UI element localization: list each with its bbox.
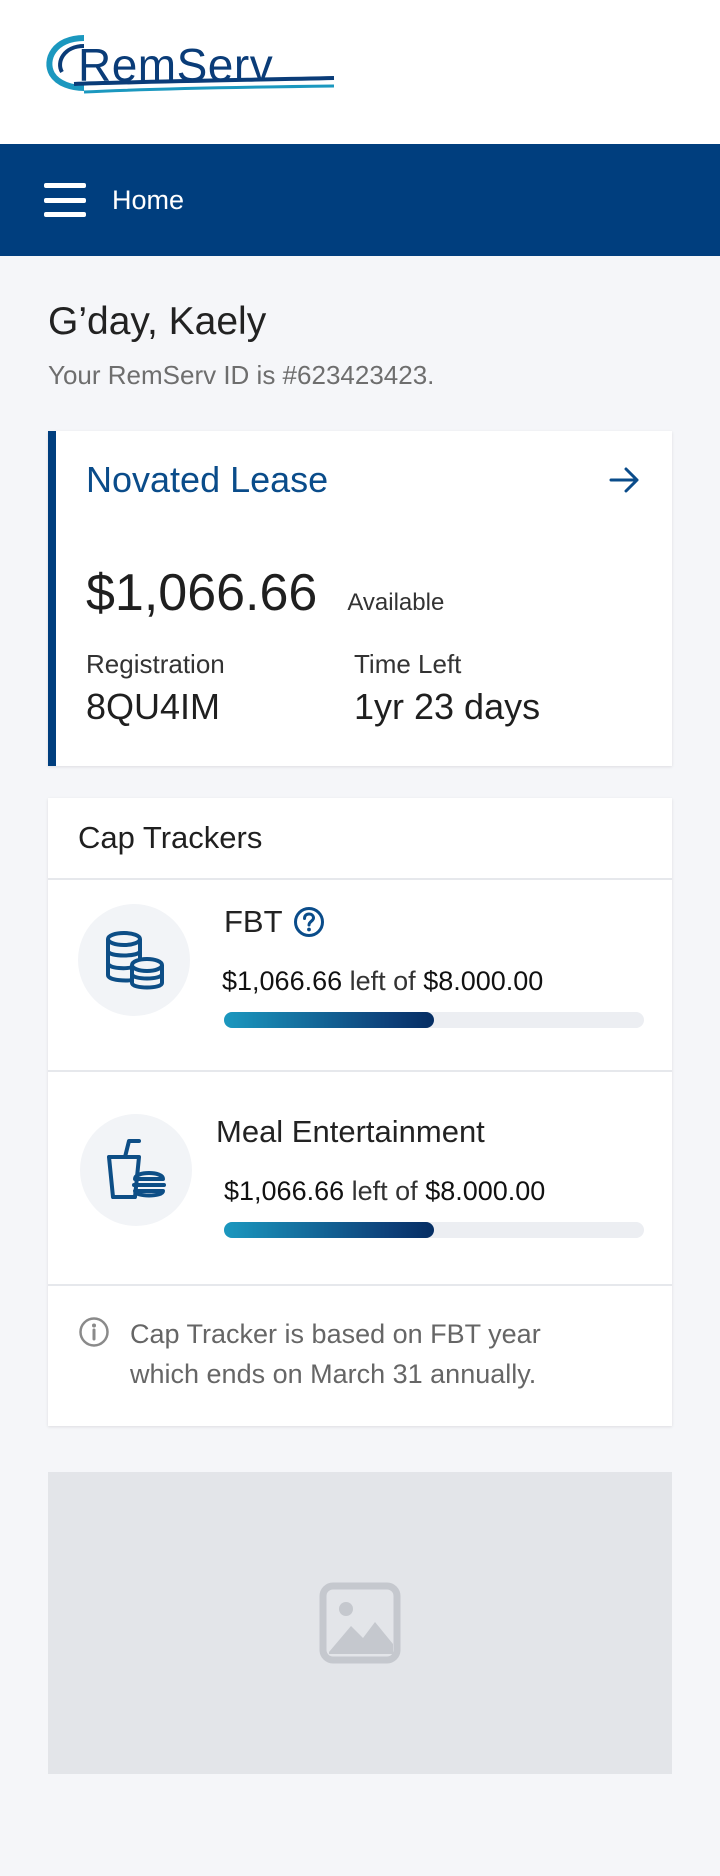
top-header: RemServ xyxy=(0,0,720,144)
fbt-label: FBT xyxy=(224,904,283,939)
meal-total-amount: $8.000.00 xyxy=(425,1176,546,1206)
available-label: Available xyxy=(347,589,445,616)
fbt-tracker: FBT $1,066.66 left of $8.000.00 xyxy=(48,880,672,1072)
meal-entertainment-tracker: Meal Entertainment $1,066.66 left of $8.… xyxy=(48,1072,672,1286)
arrow-right-icon[interactable] xyxy=(608,463,642,497)
nav-title: Home xyxy=(112,184,185,215)
registration-value: 8QU4IM xyxy=(86,686,221,727)
time-left-detail: Time Left 1yr 23 days xyxy=(354,649,622,728)
fbt-of-text: left of xyxy=(349,966,416,996)
remserv-logo[interactable]: RemServ xyxy=(44,32,344,112)
fbt-progress-fill xyxy=(224,1012,434,1028)
help-question-icon[interactable] xyxy=(293,906,325,938)
meal-label: Meal Entertainment xyxy=(216,1114,485,1149)
greeting-section: G’day, Kaely Your RemServ ID is #6234234… xyxy=(0,256,720,391)
novated-lease-header[interactable]: Novated Lease xyxy=(86,459,642,501)
meal-icon xyxy=(80,1114,192,1226)
fbt-left-amount: $1,066.66 xyxy=(222,966,343,996)
novated-lease-title: Novated Lease xyxy=(86,459,329,500)
cap-trackers-card: Cap Trackers FBT $1,066.66 left of $8.00… xyxy=(48,798,672,1426)
time-left-value: 1yr 23 days xyxy=(354,686,541,727)
fbt-progress-bar xyxy=(224,1012,644,1028)
meal-left-amount: $1,066.66 xyxy=(224,1176,345,1206)
registration-detail: Registration 8QU4IM xyxy=(86,649,354,728)
lease-details: Registration 8QU4IM Time Left 1yr 23 day… xyxy=(86,649,642,728)
meal-progress-bar xyxy=(224,1222,644,1238)
available-amount: $1,066.66 xyxy=(86,564,318,622)
novated-lease-card[interactable]: Novated Lease $1,066.66 Available Regist… xyxy=(48,431,672,766)
coins-stack-icon xyxy=(78,904,190,1016)
cap-tracker-info: Cap Tracker is based on FBT year which e… xyxy=(48,1286,672,1426)
cap-trackers-title: Cap Trackers xyxy=(48,798,672,880)
meal-of-text: left of xyxy=(351,1176,418,1206)
greeting-title: G’day, Kaely xyxy=(48,300,267,343)
image-icon xyxy=(319,1582,401,1664)
brand-name: RemServ xyxy=(78,39,274,91)
meal-amount-text: $1,066.66 left of $8.000.00 xyxy=(224,1176,545,1207)
time-left-label: Time Left xyxy=(354,649,462,679)
available-amount-row: $1,066.66 Available xyxy=(86,563,642,623)
meal-progress-fill xyxy=(224,1222,434,1238)
cap-tracker-info-text: Cap Tracker is based on FBT year which e… xyxy=(130,1319,541,1389)
hamburger-menu-icon[interactable] xyxy=(44,183,86,217)
nav-bar: Home xyxy=(0,144,720,256)
image-placeholder xyxy=(48,1472,672,1774)
fbt-total-amount: $8.000.00 xyxy=(423,966,544,996)
meal-tracker-name: Meal Entertainment xyxy=(216,1114,485,1150)
fbt-tracker-name: FBT xyxy=(224,904,325,940)
registration-label: Registration xyxy=(86,649,225,679)
info-icon xyxy=(79,1317,109,1347)
fbt-amount-text: $1,066.66 left of $8.000.00 xyxy=(222,966,543,997)
remserv-id-text: Your RemServ ID is #623423423. xyxy=(48,360,435,390)
